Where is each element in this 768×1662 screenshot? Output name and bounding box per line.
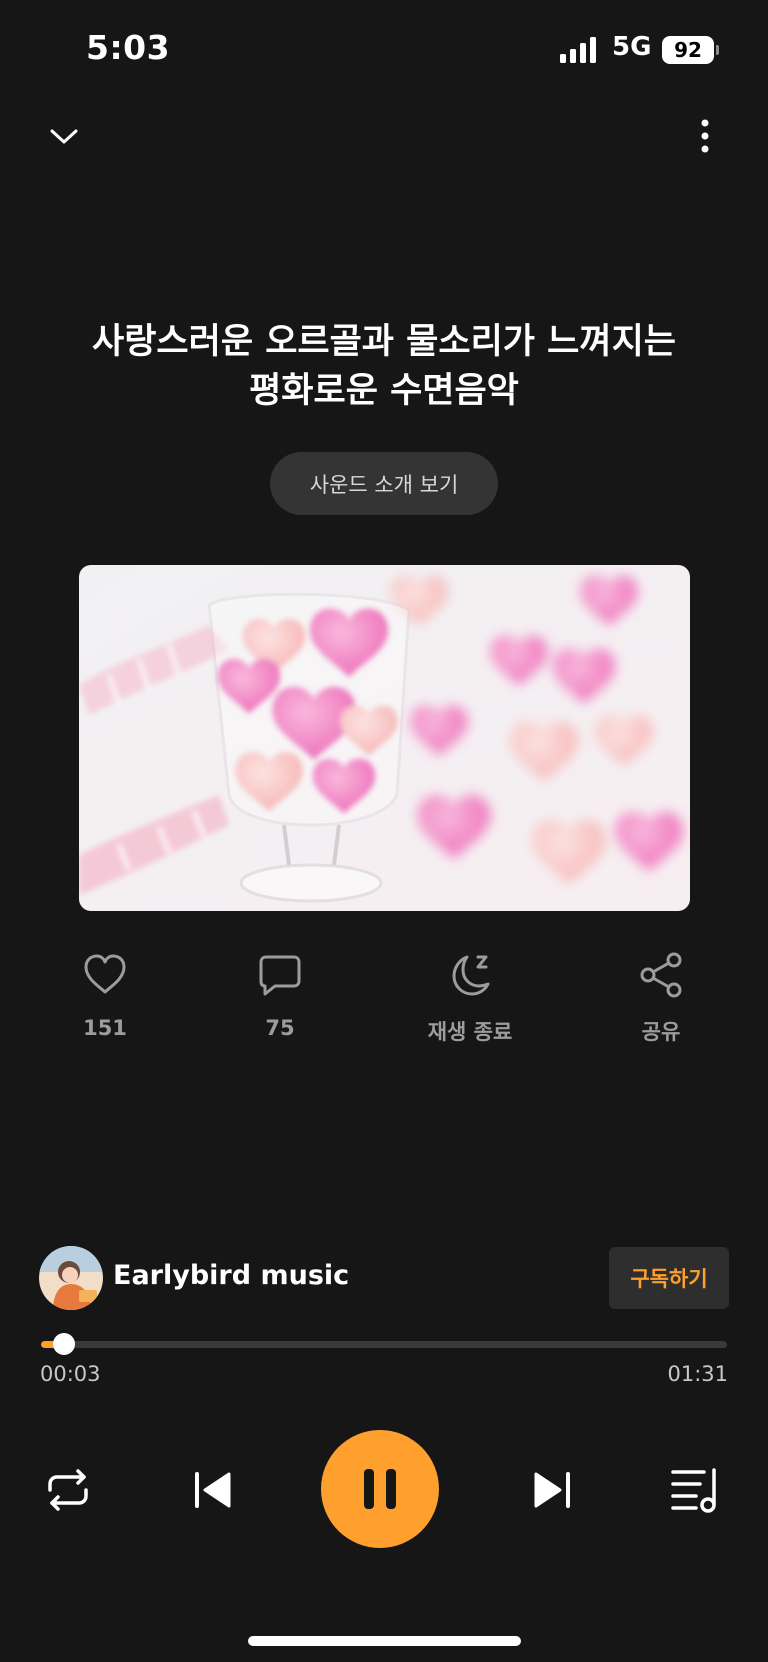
sound-intro-button[interactable]: 사운드 소개 보기: [270, 452, 498, 515]
pause-icon: [364, 1469, 396, 1509]
current-time: 00:03: [40, 1362, 101, 1386]
channel-avatar[interactable]: [39, 1246, 103, 1310]
battery-indicator: 92: [662, 36, 714, 64]
track-title: 사랑스러운 오르골과 물소리가 느껴지는 평화로운 수면음악: [40, 318, 728, 416]
total-time: 01:31: [667, 1362, 728, 1386]
playlist-icon: [671, 1468, 716, 1513]
share-action[interactable]: 공유: [586, 950, 736, 1060]
sleep-timer-label: 재생 종료: [427, 1020, 513, 1044]
sleep-timer-action[interactable]: 재생 종료: [395, 950, 545, 1060]
home-indicator: [248, 1636, 521, 1646]
channel-name[interactable]: Earlybird music: [113, 1260, 349, 1291]
cellular-signal-icon: [560, 37, 596, 63]
repeat-button[interactable]: [40, 1462, 96, 1518]
next-button[interactable]: [524, 1462, 580, 1518]
skip-previous-icon: [195, 1472, 231, 1508]
comment-count: 75: [265, 1016, 295, 1040]
progress-bar[interactable]: [41, 1341, 727, 1348]
subscribe-button[interactable]: 구독하기: [609, 1247, 729, 1309]
previous-button[interactable]: [185, 1462, 241, 1518]
pause-button[interactable]: [321, 1430, 439, 1548]
playlist-button[interactable]: [668, 1462, 724, 1518]
track-title-line-1: 사랑스러운 오르골과 물소리가 느껴지는: [92, 322, 676, 362]
network-type: 5G: [612, 32, 652, 62]
comment-icon: [259, 955, 301, 996]
track-title-line-2: 평화로운 수면음악: [249, 371, 519, 411]
share-icon: [640, 952, 682, 998]
status-time: 5:03: [86, 28, 171, 67]
battery-cap: [716, 45, 719, 55]
share-label: 공유: [641, 1020, 681, 1044]
like-action[interactable]: 151: [30, 950, 180, 1060]
comment-action[interactable]: 75: [205, 950, 355, 1060]
track-artwork: [79, 565, 690, 911]
moon-sleep-icon: [452, 955, 490, 996]
collapse-button[interactable]: [44, 116, 84, 156]
like-count: 151: [83, 1016, 127, 1040]
more-vertical-icon: [701, 119, 709, 153]
skip-next-icon: [534, 1472, 570, 1508]
more-options-button[interactable]: [690, 116, 720, 156]
chevron-down-icon: [50, 129, 78, 144]
repeat-icon: [48, 1469, 88, 1511]
progress-knob[interactable]: [52, 1333, 75, 1355]
heart-icon: [84, 954, 126, 994]
